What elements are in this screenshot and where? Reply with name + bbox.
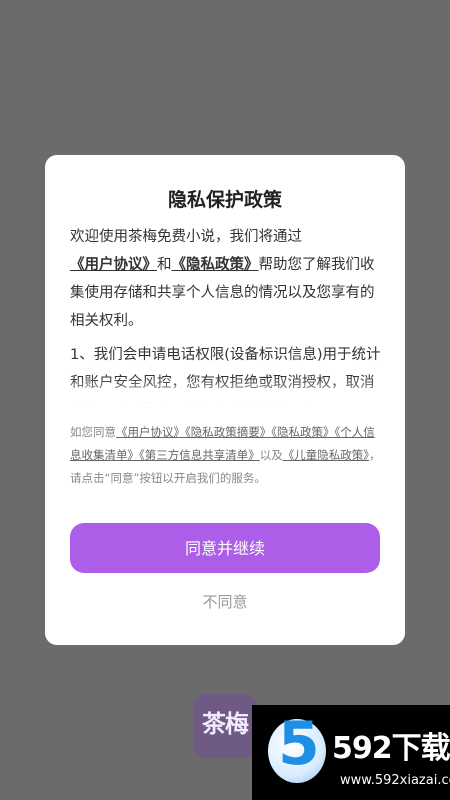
privacy-policy-link[interactable]: 《隐私政策》 — [172, 257, 259, 273]
consent-privacy-summary-link[interactable]: 《隐私政策摘要》 — [185, 425, 271, 439]
agree-continue-button[interactable]: 同意并继续 — [70, 523, 380, 573]
consent-user-agreement-link[interactable]: 《用户协议》 — [116, 425, 185, 439]
watermark-brand: 592下载 — [332, 731, 450, 766]
user-agreement-link[interactable]: 《用户协议》 — [70, 257, 157, 273]
disagree-button[interactable]: 不同意 — [45, 591, 405, 612]
consent-third-party-list-link[interactable]: 《第三方信息共享清单》 — [139, 448, 260, 462]
body-text: 和 — [157, 257, 172, 273]
app-logo: 茶梅 — [193, 694, 257, 758]
consent-prefix: 如您同意 — [70, 425, 116, 439]
body-paragraph-1: 欢迎使用茶梅免费小说，我们将通过《用户协议》和《隐私政策》帮助您了解我们收集使用… — [70, 223, 383, 335]
consent-text: 如您同意《用户协议》《隐私政策摘要》《隐私政策》《个人信息收集清单》《第三方信息… — [70, 421, 383, 490]
dialog-body[interactable]: 欢迎使用茶梅免费小说，我们将通过《用户协议》和《隐私政策》帮助您了解我们收集使用… — [70, 223, 383, 403]
app-logo-text: 茶梅 — [202, 710, 249, 738]
scroll-fade — [70, 377, 383, 407]
privacy-dialog: 隐私保护政策 欢迎使用茶梅免费小说，我们将通过《用户协议》和《隐私政策》帮助您了… — [45, 155, 405, 645]
body-text: 欢迎使用茶梅免费小说，我们将通过 — [70, 229, 302, 245]
consent-privacy-policy-link[interactable]: 《隐私政策》 — [271, 425, 334, 439]
watermark-digit: 5 — [278, 709, 320, 779]
watermark-url: www.592xiazai.com — [340, 773, 450, 788]
site-watermark: 5 592下载 www.592xiazai.com — [252, 705, 450, 800]
dialog-title: 隐私保护政策 — [167, 189, 282, 211]
consent-mid: 以及 — [259, 448, 283, 462]
consent-children-privacy-link[interactable]: 《儿童隐私政策》 — [283, 448, 369, 462]
